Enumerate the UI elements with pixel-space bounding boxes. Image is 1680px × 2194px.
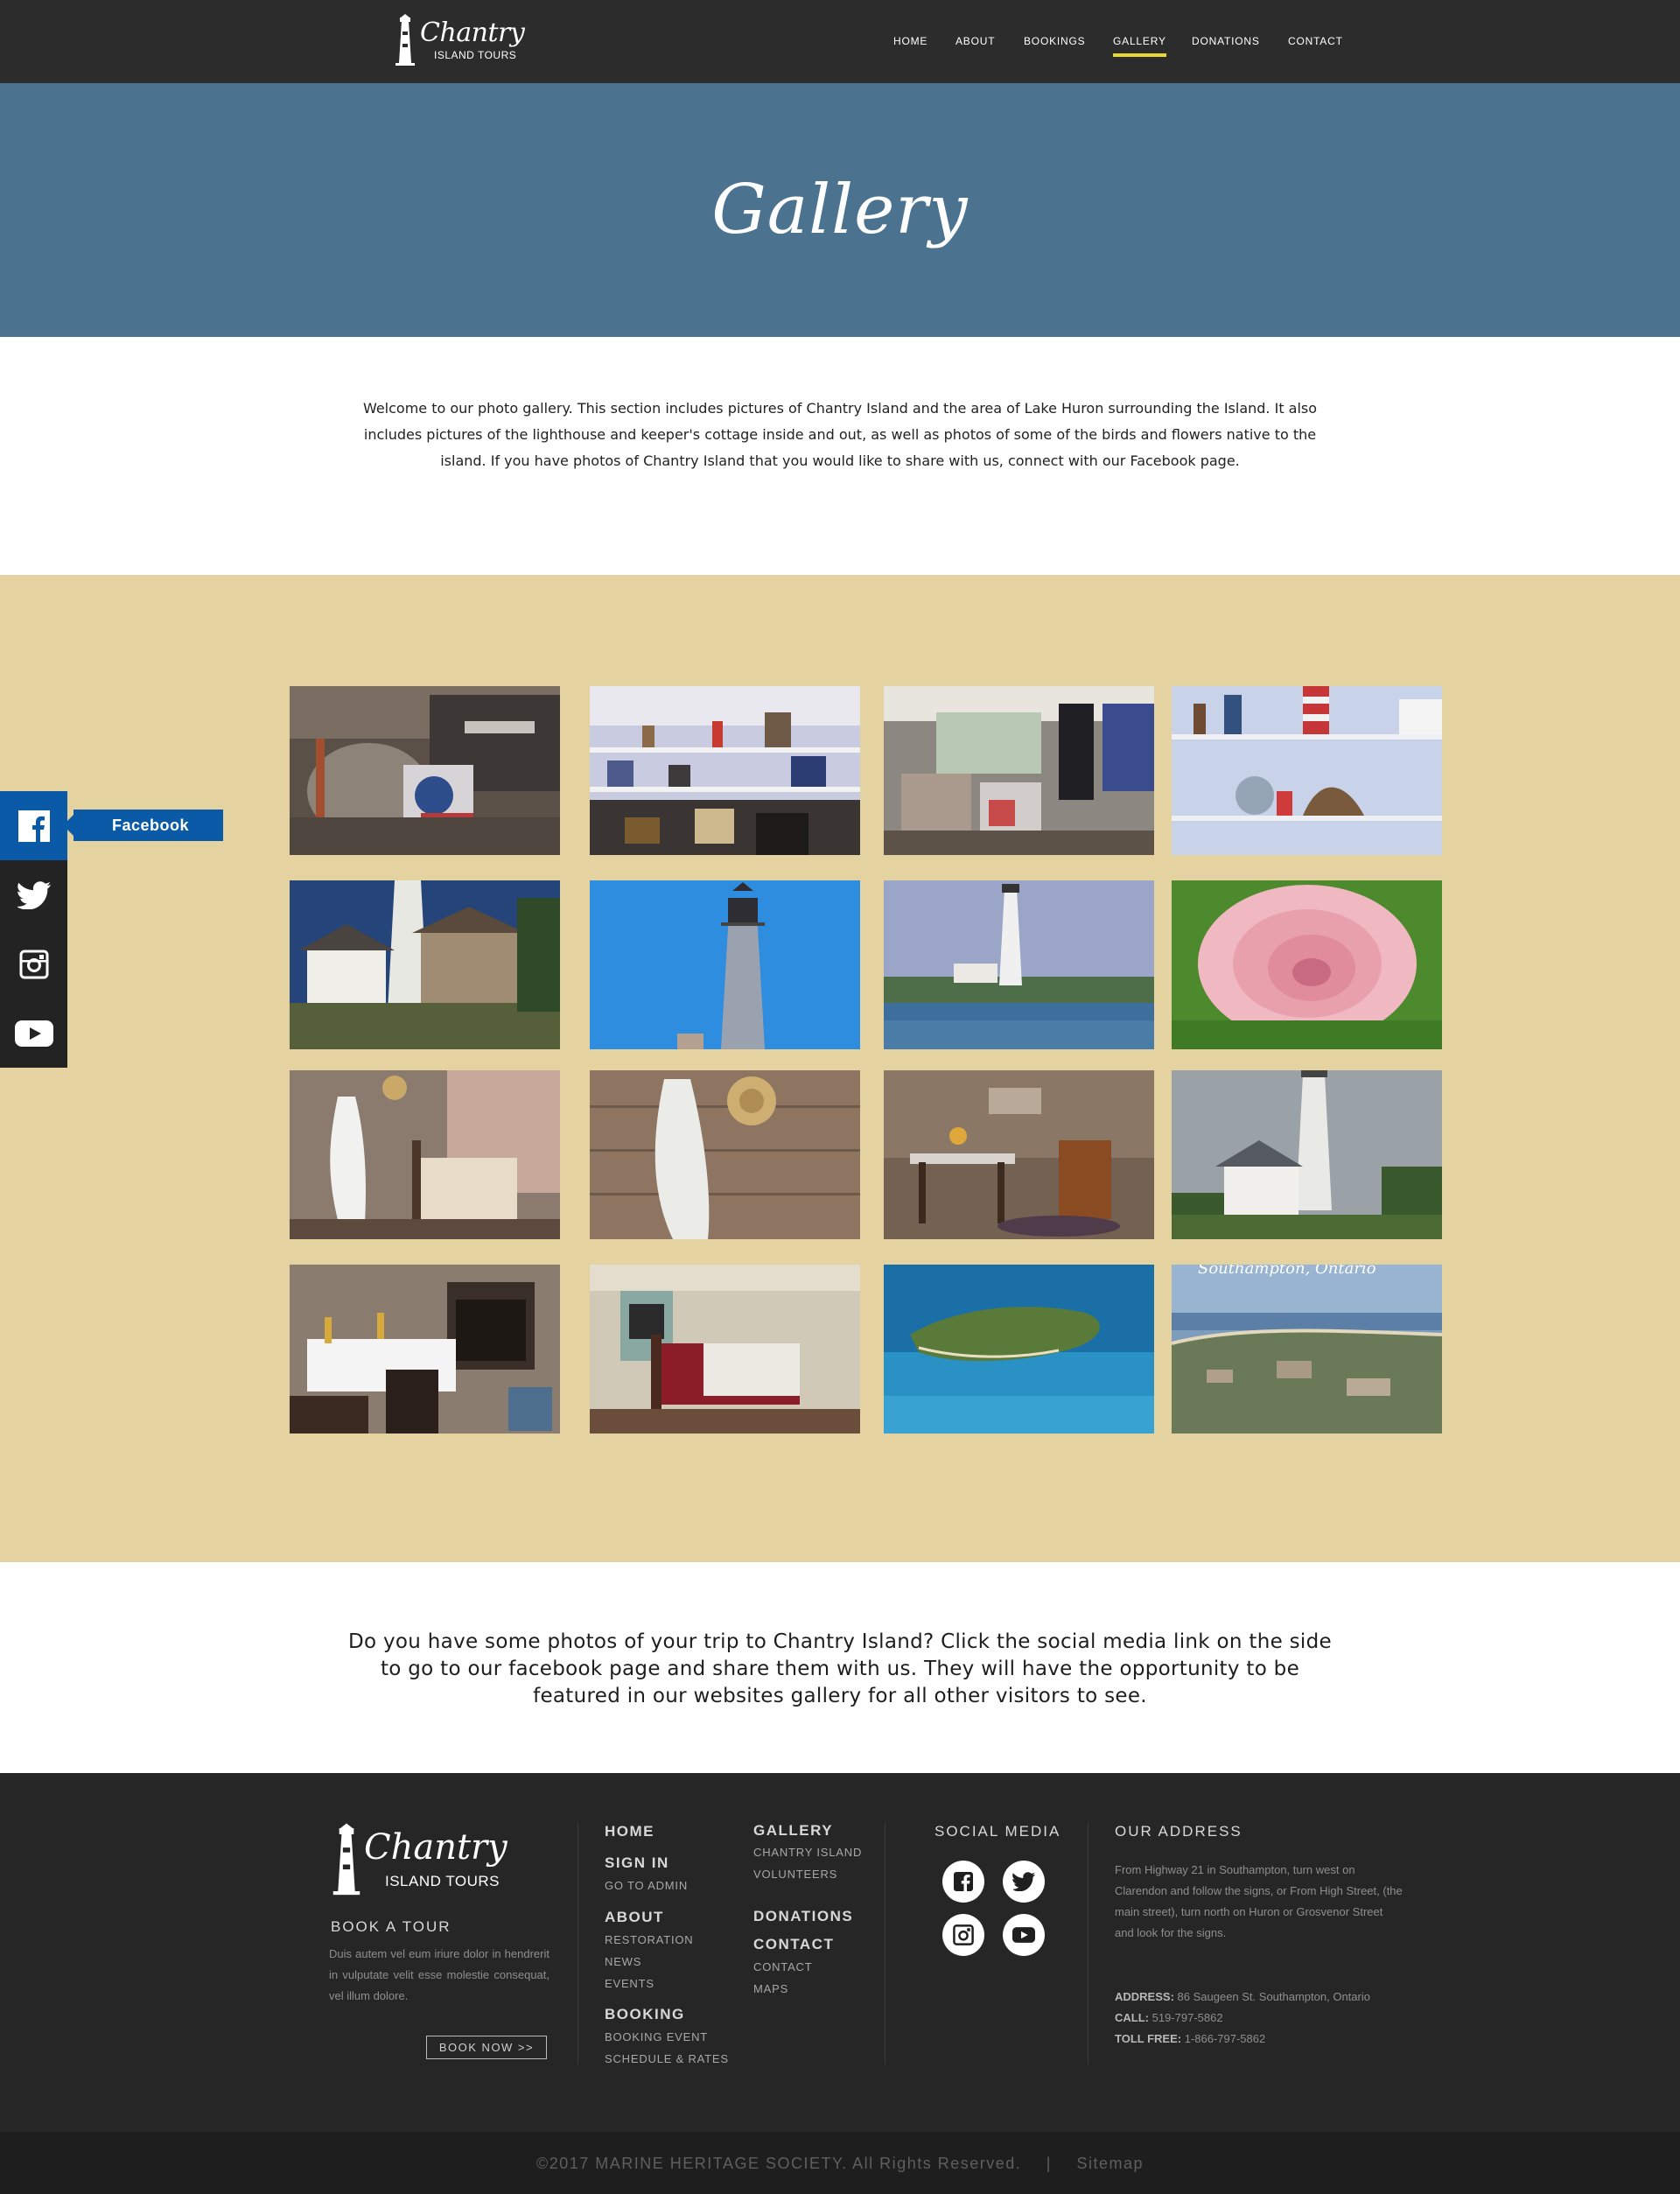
footer-link-about[interactable]: ABOUT: [605, 1909, 664, 1926]
gallery-photo-table-set-fireplace[interactable]: [290, 1265, 560, 1433]
twitter-icon: [17, 880, 51, 909]
footer-link-volunteers[interactable]: VOLUNTEERS: [753, 1868, 837, 1881]
lighthouse-icon: [396, 14, 415, 66]
footer-address-title: OUR ADDRESS: [1115, 1823, 1242, 1840]
footer-facebook-button[interactable]: [942, 1861, 984, 1903]
gallery-photo-dining-room-chairs[interactable]: [884, 1070, 1154, 1239]
footer-address-line: ADDRESS: 86 Saugeen St. Southampton, Ont…: [1115, 1987, 1370, 2008]
footer-link-events[interactable]: EVENTS: [605, 1977, 654, 1990]
footer-book-text: Duis autem vel eum iriure dolor in hendr…: [329, 1947, 550, 2002]
youtube-icon: [14, 1020, 53, 1047]
tollfree-value[interactable]: 1-866-797-5862: [1185, 2032, 1266, 2045]
copyright-line: ©2017 MARINE HERITAGE SOCIETY. All Right…: [0, 2155, 1680, 2173]
side-instagram-button[interactable]: [0, 929, 67, 999]
site-header: Chantry ISLAND TOURS HOME ABOUT BOOKINGS…: [0, 0, 1680, 83]
footer-call-line: CALL: 519-797-5862: [1115, 2008, 1223, 2029]
facebook-icon: [18, 810, 50, 842]
nav-contact[interactable]: CONTACT: [1288, 35, 1343, 47]
footer-link-gallery[interactable]: GALLERY: [753, 1822, 833, 1840]
gallery-photo-lighthouse-tower-blue-sky[interactable]: [590, 880, 860, 1049]
footer-link-booking-event[interactable]: BOOKING EVENT: [605, 2030, 708, 2043]
share-prompt-text: Do you have some photos of your trip to …: [348, 1630, 1332, 1707]
footer-link-donations[interactable]: DONATIONS: [753, 1908, 853, 1925]
gallery-photo-aerial-island[interactable]: [884, 1265, 1154, 1433]
nav-home[interactable]: HOME: [893, 35, 928, 47]
side-youtube-button[interactable]: [0, 999, 67, 1068]
gallery-photo-aerial-town[interactable]: Southampton, Ontario: [1172, 1265, 1442, 1433]
address-label: ADDRESS:: [1115, 1990, 1174, 2003]
logo-script: Chantry: [420, 18, 525, 48]
footer-link-go-to-admin[interactable]: GO TO ADMIN: [605, 1879, 688, 1892]
footer-youtube-button[interactable]: [1003, 1914, 1045, 1956]
gallery-photo-lighthouse-cottage[interactable]: [1172, 1070, 1442, 1239]
gallery-photo-gift-shop-lighthouses[interactable]: [1172, 686, 1442, 855]
aerial-caption: Southampton, Ontario: [1198, 1265, 1376, 1278]
facebook-tooltip: Facebook: [63, 810, 223, 841]
footer-instagram-button[interactable]: [942, 1914, 984, 1956]
hero-banner: Gallery: [0, 83, 1680, 337]
side-social-bar: [0, 791, 67, 1068]
footer-logo[interactable]: Chantry ISLAND TOURS: [331, 1820, 514, 1899]
footer-social-title: SOCIAL MEDIA: [934, 1823, 1061, 1840]
footer-link-schedule-rates[interactable]: SCHEDULE & RATES: [605, 2052, 729, 2065]
gallery-photo-bedroom-quilt[interactable]: [590, 1265, 860, 1433]
footer-directions: From Highway 21 in Southampton, turn wes…: [1115, 1863, 1403, 1939]
footer-link-restoration[interactable]: RESTORATION: [605, 1933, 694, 1946]
gallery-photo-gift-shop-window[interactable]: [884, 686, 1154, 855]
footer-link-home[interactable]: HOME: [605, 1823, 654, 1840]
instagram-icon: [953, 1924, 974, 1945]
footer-link-maps[interactable]: MAPS: [753, 1982, 788, 1995]
footer-book-title: BOOK A TOUR: [331, 1918, 452, 1935]
nav-bookings[interactable]: BOOKINGS: [1024, 35, 1085, 47]
copyright-text: ©2017 MARINE HERITAGE SOCIETY. All Right…: [536, 2155, 1022, 2172]
side-facebook-button[interactable]: [0, 791, 67, 860]
lighthouse-icon: [332, 1823, 360, 1896]
footer-link-booking[interactable]: BOOKING: [605, 2006, 685, 2023]
nav-about[interactable]: ABOUT: [956, 35, 995, 47]
gallery-photo-lighthouse-across-water[interactable]: [884, 880, 1154, 1049]
book-now-button[interactable]: BOOK NOW >>: [426, 2036, 547, 2059]
gallery-photo-gift-shop-clutter[interactable]: [290, 686, 560, 855]
twitter-icon: [1012, 1872, 1035, 1891]
youtube-icon: [1012, 1927, 1035, 1943]
footer-link-contact-page[interactable]: CONTACT: [753, 1960, 812, 1973]
logo-subtitle: ISLAND TOURS: [434, 49, 517, 61]
gallery-photo-stone-wall-coat[interactable]: [590, 1070, 860, 1239]
footer-link-chantry-island[interactable]: CHANTRY ISLAND: [753, 1846, 862, 1859]
nav-gallery[interactable]: GALLERY: [1113, 35, 1166, 57]
intro-text: Welcome to our photo gallery. This secti…: [362, 400, 1318, 469]
address-value: 86 Saugeen St. Southampton, Ontario: [1177, 1990, 1370, 2003]
gallery-photo-bedroom-coat-hook[interactable]: [290, 1070, 560, 1239]
instagram-icon: [19, 950, 48, 978]
call-value[interactable]: 519-797-5862: [1152, 2011, 1223, 2024]
gallery-photo-pink-rose[interactable]: [1172, 880, 1442, 1049]
gallery-photo-gift-shop-shelves[interactable]: [590, 686, 860, 855]
nav-donations[interactable]: DONATIONS: [1192, 35, 1260, 47]
footer-link-contact[interactable]: CONTACT: [753, 1936, 834, 1953]
gallery-photo-lighthouse-and-shed[interactable]: [290, 880, 560, 1049]
footer-link-signin[interactable]: SIGN IN: [605, 1854, 669, 1872]
footer-link-news[interactable]: NEWS: [605, 1955, 641, 1968]
footer-logo-script: Chantry: [364, 1827, 508, 1868]
side-twitter-button[interactable]: [0, 860, 67, 929]
footer-tollfree-line: TOLL FREE: 1-866-797-5862: [1115, 2029, 1265, 2050]
footer-logo-subtitle: ISLAND TOURS: [385, 1873, 500, 1889]
sitemap-link[interactable]: Sitemap: [1076, 2155, 1144, 2172]
page-title: Gallery: [711, 171, 969, 249]
site-footer: [0, 1773, 1680, 2132]
call-label: CALL:: [1115, 2011, 1149, 2024]
footer-divider: [885, 1823, 886, 2064]
footer-twitter-button[interactable]: [1003, 1861, 1045, 1903]
facebook-icon: [954, 1872, 973, 1892]
tollfree-label: TOLL FREE:: [1115, 2032, 1182, 2045]
site-logo[interactable]: Chantry ISLAND TOURS: [394, 12, 525, 68]
copyright-separator: |: [1046, 2155, 1052, 2172]
